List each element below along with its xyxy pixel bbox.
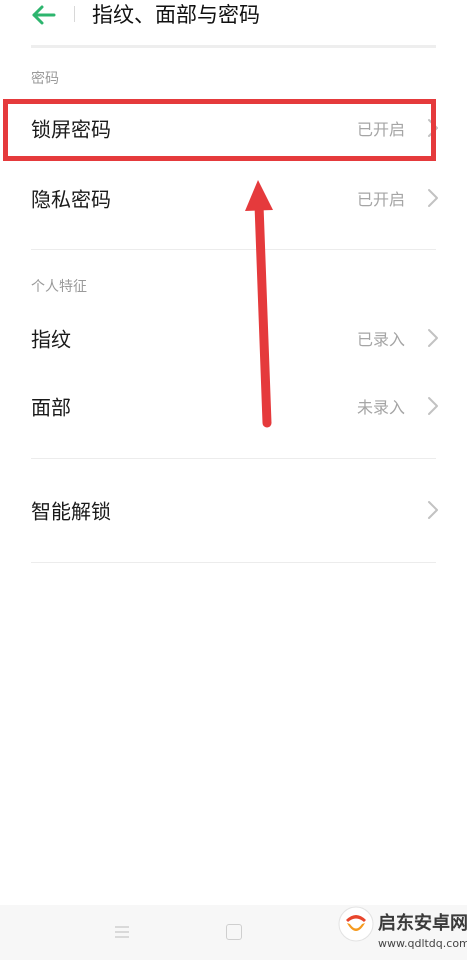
chevron-right-icon [428,397,438,415]
header-divider [31,45,436,48]
header-separator [74,6,75,22]
home-icon[interactable] [226,924,242,940]
row-status: 已开启 [356,190,405,209]
section-divider [31,249,436,250]
section-divider [31,562,436,563]
section-label-personal: 个人特征 [31,279,87,295]
settings-row-privacy-password[interactable]: 隐私密码 已开启 [0,168,467,228]
page-title: 指纹、面部与密码 [92,3,260,27]
settings-row-smart-unlock[interactable]: 智能解锁 [0,480,467,540]
settings-row-fingerprint[interactable]: 指纹 已录入 [0,308,467,368]
menu-icon[interactable] [114,925,130,939]
arrow-left-icon[interactable] [30,3,58,27]
chevron-right-icon [428,329,438,347]
section-label-password: 密码 [31,71,59,87]
top-bar: 指纹、面部与密码 [0,0,467,46]
chevron-right-icon [428,189,438,207]
row-status: 已录入 [356,330,405,349]
row-label: 智能解锁 [31,499,111,524]
watermark-name: 启东安卓网 [378,913,467,934]
settings-row-face[interactable]: 面部 未录入 [0,376,467,436]
annotation-highlight-box [3,99,436,161]
watermark-logo-icon [338,906,374,942]
row-label: 指纹 [31,327,71,352]
chevron-right-icon [428,501,438,519]
section-divider [31,458,436,459]
row-status: 未录入 [356,398,405,417]
row-label: 隐私密码 [31,187,111,212]
row-label: 面部 [31,395,71,420]
watermark-url: www.qdltdq.com [378,937,467,950]
